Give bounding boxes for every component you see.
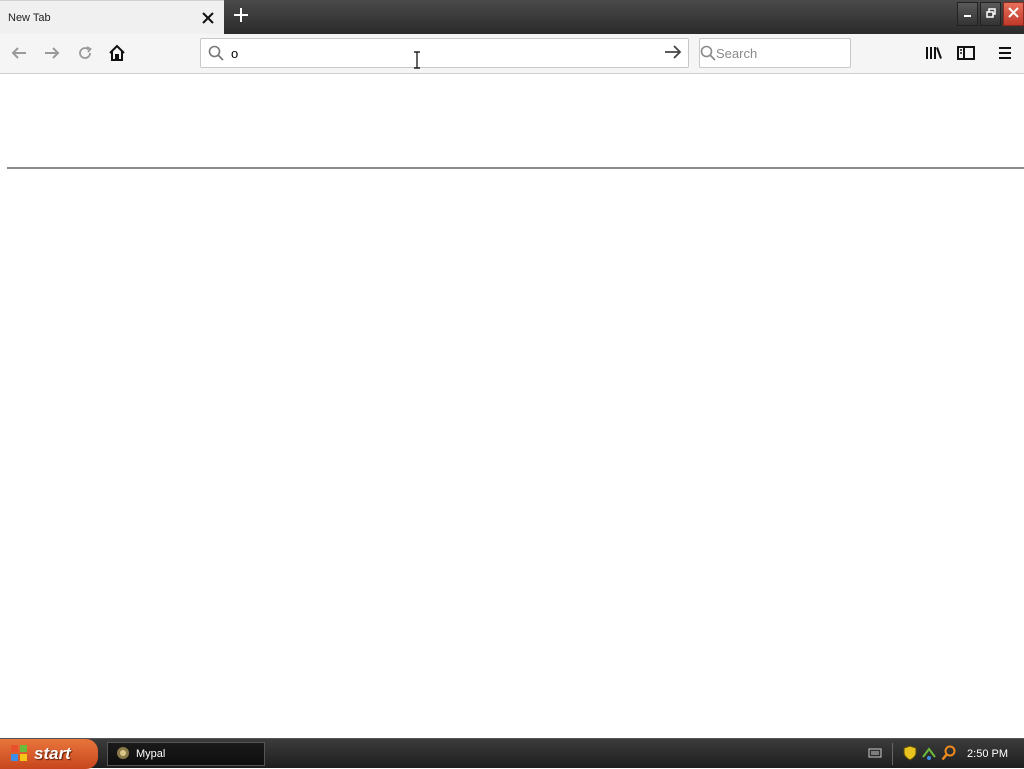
menu-button[interactable] <box>991 40 1019 68</box>
sidebar-button[interactable] <box>952 40 980 68</box>
clock: 2:50 PM <box>967 748 1008 760</box>
library-button[interactable] <box>920 40 948 68</box>
close-icon <box>1008 7 1019 21</box>
forward-button[interactable] <box>38 40 66 68</box>
address-bar[interactable] <box>200 38 689 68</box>
keyboard-icon[interactable] <box>868 747 882 762</box>
ibeam-cursor-icon <box>412 51 422 69</box>
mypal-app-icon <box>116 746 130 763</box>
start-label: start <box>34 744 71 763</box>
reload-button[interactable] <box>71 40 99 68</box>
taskbar: start Mypal 2:50 PM <box>0 738 1024 769</box>
forward-arrow-icon <box>43 44 61 65</box>
minimize-button[interactable] <box>957 2 978 26</box>
close-icon[interactable] <box>198 8 218 28</box>
search-input[interactable] <box>716 40 892 66</box>
start-button[interactable]: start <box>0 739 98 769</box>
tab-strip: New Tab <box>0 0 1024 34</box>
plus-icon <box>234 7 248 25</box>
security-shield-icon[interactable] <box>903 744 917 764</box>
go-arrow-icon <box>664 44 682 63</box>
reload-icon <box>77 45 93 64</box>
windows-logo-icon <box>10 744 28 765</box>
back-button[interactable] <box>5 40 33 68</box>
restore-icon <box>985 7 996 21</box>
new-tab-button[interactable] <box>228 4 254 28</box>
window-controls <box>957 2 1024 26</box>
hamburger-menu-icon <box>998 46 1012 63</box>
network-icon[interactable] <box>921 745 937 764</box>
search-icon <box>700 45 716 61</box>
search-icon <box>201 45 231 61</box>
tab-new-tab[interactable]: New Tab <box>0 0 224 34</box>
restore-button[interactable] <box>980 2 1001 26</box>
search-icon[interactable] <box>941 745 957 764</box>
sidebar-icon <box>957 45 975 63</box>
minimize-icon <box>963 7 973 21</box>
navigation-toolbar <box>0 34 1024 74</box>
back-arrow-icon <box>10 44 28 65</box>
library-icon <box>925 45 943 64</box>
system-tray: 2:50 PM <box>862 739 1024 769</box>
home-button[interactable] <box>103 40 131 68</box>
tab-title: New Tab <box>8 11 51 24</box>
horizontal-divider <box>7 167 1024 169</box>
home-icon <box>108 44 126 65</box>
taskbar-item-label: Mypal <box>136 748 166 760</box>
tray-separator <box>892 743 893 765</box>
close-window-button[interactable] <box>1003 2 1024 26</box>
search-bar[interactable] <box>699 38 892 68</box>
page-content <box>0 75 1024 738</box>
go-button[interactable] <box>658 44 688 63</box>
taskbar-item-mypal[interactable]: Mypal <box>107 742 265 766</box>
address-input[interactable] <box>231 40 658 66</box>
